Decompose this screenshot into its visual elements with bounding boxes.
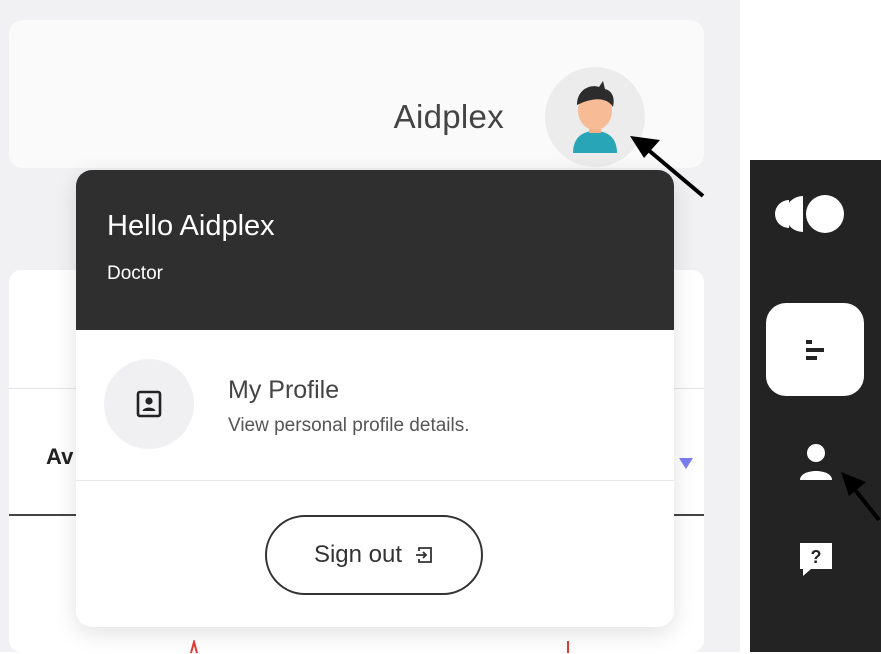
dropdown-greeting: Hello Aidplex <box>107 210 275 242</box>
bars-icon <box>806 339 824 360</box>
nav-user-icon[interactable] <box>798 442 834 482</box>
header-user-name: Aidplex <box>393 98 504 135</box>
dropdown-user-role: Doctor <box>107 263 163 284</box>
user-avatar[interactable] <box>545 67 645 167</box>
my-profile-menu-item[interactable]: My Profile View personal profile details… <box>76 330 674 480</box>
app-logo-icon <box>775 195 844 233</box>
dropdown-divider <box>76 480 674 481</box>
help-icon-glyph: ? <box>811 547 822 567</box>
nav-item-dashboard[interactable] <box>766 303 864 396</box>
background-partial-heading: Av <box>46 444 74 469</box>
nav-help-icon[interactable]: ? <box>797 540 835 578</box>
top-header-bar: Aidplex <box>9 20 704 168</box>
sign-out-label: Sign out <box>313 541 403 568</box>
profile-icon-wrap <box>104 359 194 449</box>
my-profile-title: My Profile <box>228 376 340 404</box>
side-navigation: ? <box>750 160 881 652</box>
profile-card-icon <box>136 390 162 418</box>
sign-out-icon <box>416 547 432 563</box>
background-sort-arrow-icon <box>679 458 693 469</box>
user-dropdown-menu: Hello Aidplex Doctor My Profile View per… <box>76 170 674 627</box>
my-profile-subtitle: View personal profile details. <box>228 415 470 436</box>
avatar-icon <box>573 81 617 153</box>
sign-out-button[interactable]: Sign out <box>265 515 483 595</box>
dropdown-header: Hello Aidplex Doctor <box>76 170 674 330</box>
